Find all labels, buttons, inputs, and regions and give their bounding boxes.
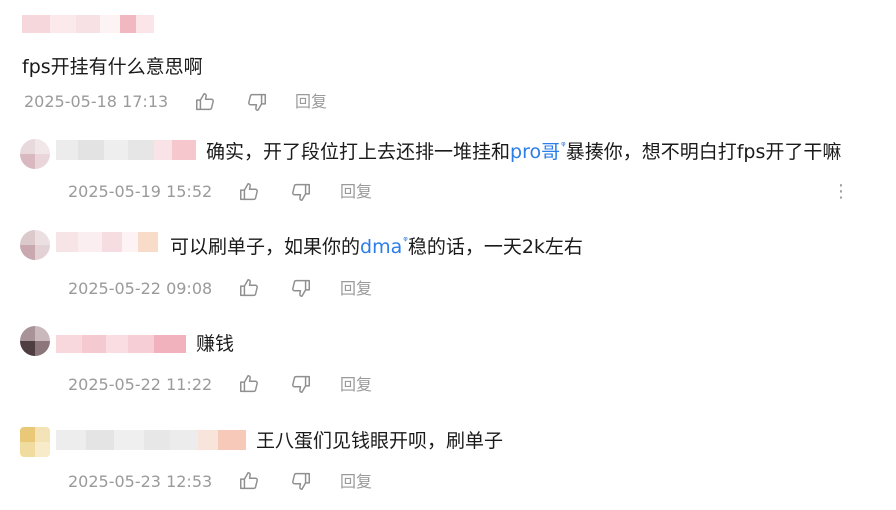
search-link[interactable]: pro哥 <box>510 141 560 163</box>
reply-time: 2025-05-23 12:53 <box>68 472 213 491</box>
avatar[interactable] <box>20 230 50 260</box>
reply-button[interactable]: 回复 <box>340 182 372 202</box>
thumbs-up-icon[interactable] <box>238 181 260 203</box>
thumbs-up-icon[interactable] <box>238 470 260 492</box>
reply-time: 2025-05-22 11:22 <box>68 375 213 394</box>
main-comment-time: 2025-05-18 17:13 <box>24 92 169 111</box>
search-icon[interactable]: ᵠ <box>561 139 566 152</box>
reply-username-blurred[interactable] <box>56 430 246 450</box>
reply-text-after: 稳的话，一天2k左右 <box>407 236 583 258</box>
reply-button[interactable]: 回复 <box>340 279 372 299</box>
reply-text: 确实，开了段位打上去还排一堆挂和pro哥ᵠ暴揍你，想不明白打fps开了干嘛 <box>206 139 842 167</box>
reply-username-blurred[interactable] <box>56 232 158 252</box>
reply-text: 赚钱 <box>196 333 235 355</box>
thumbs-down-icon[interactable] <box>290 277 312 299</box>
thumbs-up-icon[interactable] <box>238 277 260 299</box>
search-link[interactable]: dma <box>360 236 402 258</box>
reply-text-after: 暴揍你，想不明白打fps开了干嘛 <box>565 141 842 163</box>
thumbs-down-icon[interactable] <box>290 470 312 492</box>
reply-text-before: 确实，开了段位打上去还排一堆挂和 <box>206 141 511 163</box>
main-username-blurred[interactable] <box>22 15 154 33</box>
avatar[interactable] <box>20 139 50 169</box>
reply-username-blurred[interactable] <box>56 335 186 353</box>
reply-text-before: 可以刷单子，如果你的 <box>170 236 361 258</box>
reply-button[interactable]: 回复 <box>340 375 372 395</box>
more-options-icon[interactable]: ⋮ <box>832 183 850 201</box>
thumbs-down-icon[interactable] <box>246 91 268 113</box>
search-icon[interactable]: ᵠ <box>403 234 408 247</box>
thumbs-down-icon[interactable] <box>290 373 312 395</box>
reply-time: 2025-05-19 15:52 <box>68 182 213 201</box>
thumbs-up-icon[interactable] <box>194 91 216 113</box>
reply-button[interactable]: 回复 <box>295 92 327 112</box>
reply-button[interactable]: 回复 <box>340 472 372 492</box>
reply-time: 2025-05-22 09:08 <box>68 279 213 298</box>
reply-text: 王八蛋们见钱眼开呗，刷单子 <box>256 430 504 452</box>
thumbs-up-icon[interactable] <box>238 373 260 395</box>
reply-username-blurred[interactable] <box>56 140 196 160</box>
main-comment-text: fps开挂有什么意思啊 <box>22 56 203 78</box>
avatar[interactable] <box>20 326 50 356</box>
reply-text: 可以刷单子，如果你的dmaᵠ稳的话，一天2k左右 <box>170 234 583 262</box>
thumbs-down-icon[interactable] <box>290 181 312 203</box>
avatar[interactable] <box>20 427 50 457</box>
